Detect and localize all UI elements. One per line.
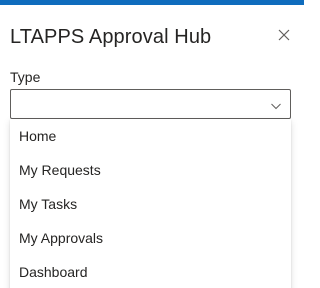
option-dashboard[interactable]: Dashboard	[10, 255, 291, 288]
option-my-requests[interactable]: My Requests	[10, 153, 291, 187]
close-icon	[278, 28, 290, 46]
option-my-approvals[interactable]: My Approvals	[10, 221, 291, 255]
panel-title: LTAPPS Approval Hub	[10, 26, 212, 48]
top-accent-bar	[0, 0, 304, 5]
type-label: Type	[10, 69, 41, 85]
approval-hub-panel: LTAPPS Approval Hub Type Home My Request…	[0, 0, 304, 288]
close-button[interactable]	[274, 27, 294, 47]
chevron-down-icon	[270, 99, 282, 111]
option-home[interactable]: Home	[10, 119, 291, 153]
type-dropdown[interactable]	[10, 89, 291, 119]
type-options-menu: Home My Requests My Tasks My Approvals D…	[10, 119, 291, 288]
panel-header: LTAPPS Approval Hub	[10, 24, 294, 50]
option-my-tasks[interactable]: My Tasks	[10, 187, 291, 221]
